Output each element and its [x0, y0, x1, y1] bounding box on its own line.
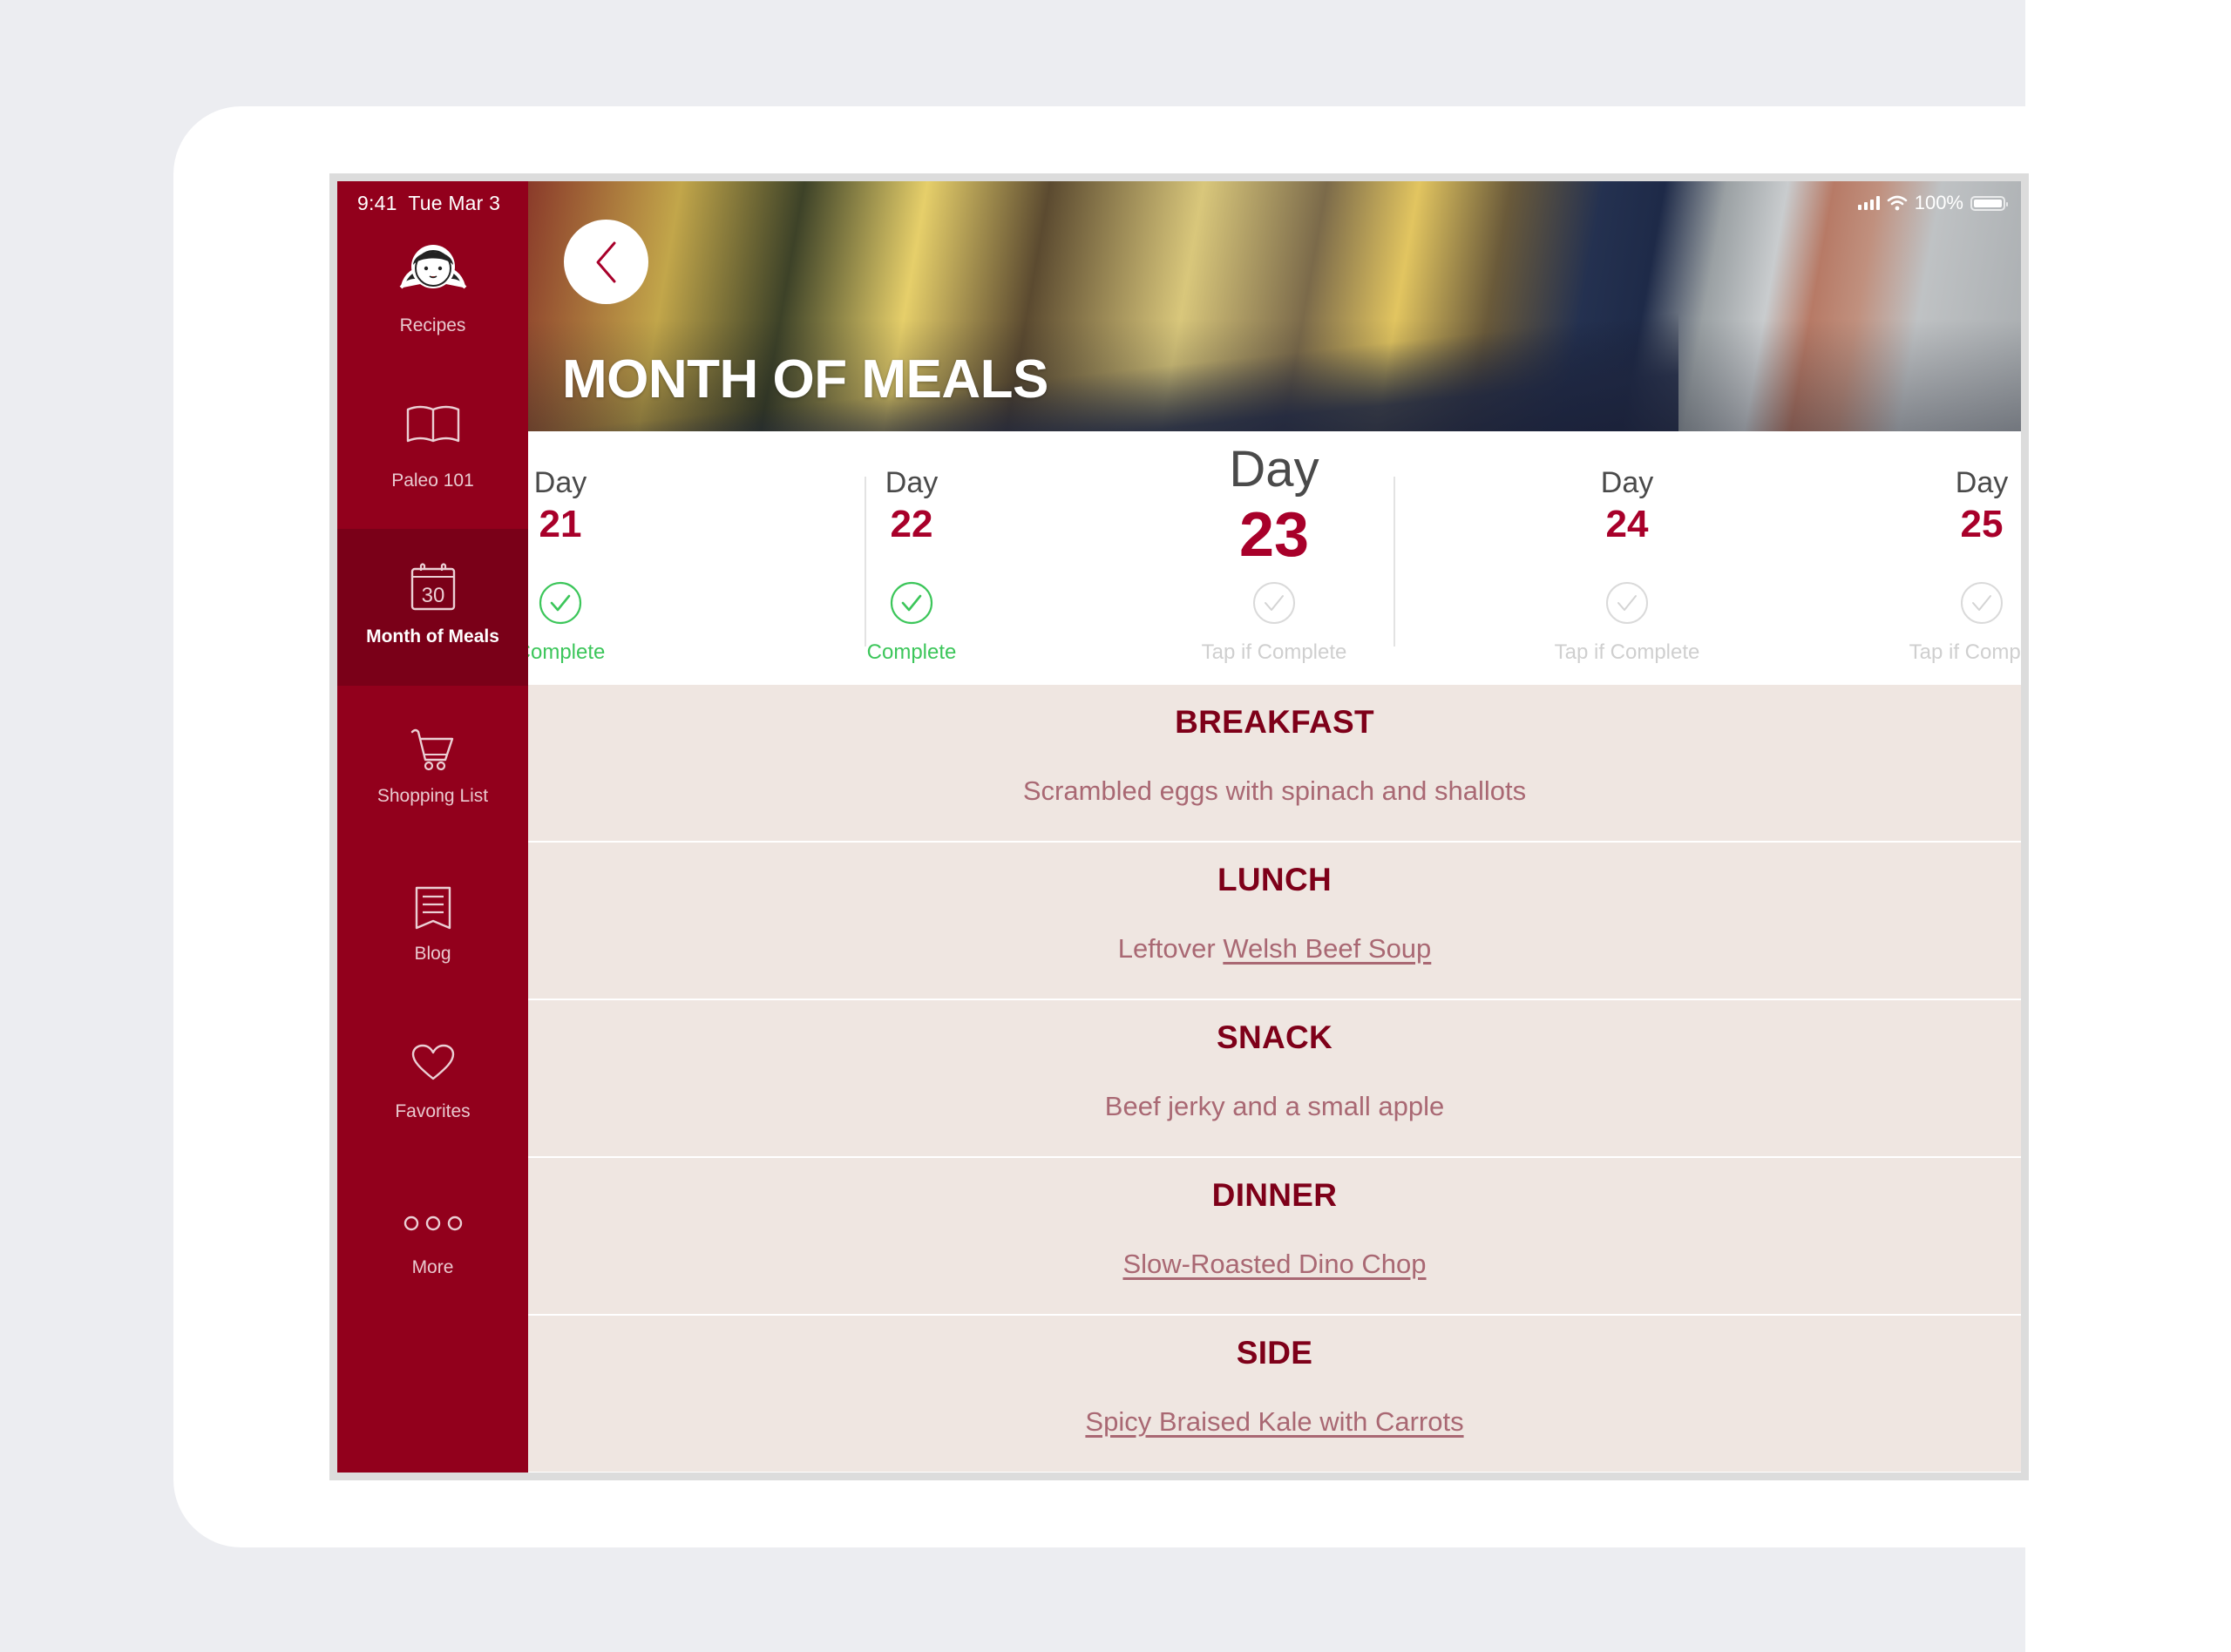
more-dots-icon — [403, 1215, 462, 1231]
girl-face-logo-icon — [399, 245, 466, 289]
meal-description: Slow-Roasted Dino Chop — [528, 1249, 2021, 1280]
meal-title: DINNER — [1211, 1177, 1338, 1213]
meal-title: SNACK — [1216, 1019, 1333, 1055]
right-margin — [2025, 0, 2231, 1652]
sidebar-item-label: Month of Meals — [366, 626, 499, 647]
calendar-icon: 30 — [410, 563, 455, 611]
page-title: MONTH OF MEALS — [562, 349, 1048, 410]
day-label: Day — [1955, 466, 2009, 499]
meal-plan-list: BREAKFAST Scrambled eggs with spinach an… — [528, 685, 2021, 1473]
svg-text:30: 30 — [421, 584, 444, 607]
cellular-signal-icon — [1857, 196, 1880, 210]
day-item-21[interactable]: Day 21 Complete — [528, 431, 691, 685]
bookmark-list-icon — [415, 886, 451, 930]
meal-title: LUNCH — [1217, 862, 1332, 897]
day-status: Complete — [866, 640, 957, 664]
sidebar-item-paleo-101[interactable]: Paleo 101 — [337, 369, 528, 526]
day-status: Complete — [528, 640, 606, 664]
day-item-23-current[interactable]: Day 23 Tap if Complete — [1143, 431, 1405, 685]
heart-icon — [411, 1044, 454, 1080]
day-number: 22 — [890, 503, 933, 545]
sidebar: 9:41 Tue Mar 3 Recipes Paleo 101 30 Mont… — [337, 181, 528, 1473]
meal-text: Beef jerky and a small apple — [1104, 1091, 1445, 1121]
recipe-link-welsh-beef-soup[interactable]: Welsh Beef Soup — [1223, 933, 1431, 964]
open-book-icon — [406, 405, 459, 443]
status-indicators: 100% — [1857, 192, 2008, 214]
header-hero-image: 100% MONTH OF MEALS — [528, 181, 2021, 431]
sidebar-item-month-of-meals[interactable]: 30 Month of Meals — [337, 529, 528, 686]
meal-title: SIDE — [1236, 1335, 1313, 1371]
meal-text: Scrambled eggs with spinach and shallots — [1022, 775, 1527, 806]
shopping-cart-icon — [410, 728, 453, 771]
back-button[interactable] — [564, 220, 648, 304]
meal-section-snack: SNACK Beef jerky and a small apple — [528, 1000, 2021, 1156]
sidebar-item-label: Paleo 101 — [391, 471, 474, 491]
meal-title: BREAKFAST — [1175, 704, 1374, 740]
day-item-25[interactable]: Day 25 Tap if Complete — [1851, 431, 2021, 685]
battery-icon — [1970, 195, 2008, 211]
sidebar-item-label: Blog — [414, 944, 451, 964]
day-status: Tap if Complete — [1554, 640, 1700, 664]
check-circle-empty-icon[interactable] — [1252, 581, 1296, 625]
meal-description: Beef jerky and a small apple — [528, 1091, 2021, 1122]
meal-section-breakfast: BREAKFAST Scrambled eggs with spinach an… — [528, 685, 2021, 841]
sidebar-item-label: Shopping List — [376, 786, 489, 806]
meal-section-lunch: LUNCH Leftover Welsh Beef Soup — [528, 843, 2021, 999]
recipe-link-slow-roasted-dino-chop[interactable]: Slow-Roasted Dino Chop — [1122, 1249, 1426, 1279]
status-date-text: Tue Mar 3 — [408, 192, 501, 214]
check-circle-empty-icon[interactable] — [1605, 581, 1649, 625]
status-time: 9:41 Tue Mar 3 — [357, 192, 500, 215]
sidebar-item-shopping-list[interactable]: Shopping List — [337, 687, 528, 843]
chevron-left-icon — [596, 241, 615, 282]
day-label: Day — [885, 466, 939, 499]
check-circle-complete-icon[interactable] — [539, 581, 582, 625]
sidebar-item-label: Recipes — [399, 315, 466, 335]
day-selector: Day 21 Complete Day 22 Complete Day 23 — [528, 431, 2021, 685]
sidebar-item-label: Favorites — [395, 1101, 471, 1121]
sidebar-item-favorites[interactable]: Favorites — [337, 1002, 528, 1159]
status-time-text: 9:41 — [357, 192, 397, 214]
check-circle-empty-icon[interactable] — [1960, 581, 2004, 625]
day-label: Day — [1229, 441, 1319, 498]
sidebar-item-label: More — [411, 1257, 454, 1277]
meal-section-side: SIDE Spicy Braised Kale with Carrots — [528, 1316, 2021, 1472]
battery-percent: 100% — [1914, 192, 1963, 213]
sidebar-item-more[interactable]: More — [337, 1160, 528, 1317]
wifi-icon — [1887, 195, 1908, 211]
day-number: 21 — [539, 503, 582, 545]
tablet-screen: 9:41 Tue Mar 3 Recipes Paleo 101 30 Mont… — [337, 181, 2021, 1473]
check-circle-complete-icon[interactable] — [890, 581, 933, 625]
meal-description: Leftover Welsh Beef Soup — [528, 933, 2021, 965]
meal-section-dinner: DINNER Slow-Roasted Dino Chop — [528, 1158, 2021, 1314]
meal-description: Scrambled eggs with spinach and shallots — [528, 775, 2021, 807]
sidebar-item-blog[interactable]: Blog — [337, 844, 528, 1001]
day-number: 25 — [1960, 503, 2004, 545]
day-item-24[interactable]: Day 24 Tap if Complete — [1496, 431, 1758, 685]
sidebar-item-recipes[interactable]: Recipes — [337, 213, 528, 369]
day-status: Tap if Complete — [1909, 640, 2021, 664]
day-status: Tap if Complete — [1201, 640, 1347, 664]
day-item-22[interactable]: Day 22 Complete — [781, 431, 1042, 685]
recipe-link-spicy-braised-kale[interactable]: Spicy Braised Kale with Carrots — [1085, 1406, 1463, 1437]
day-number: 23 — [1238, 500, 1310, 570]
day-label: Day — [1600, 466, 1654, 499]
meal-text: Leftover — [1117, 933, 1224, 964]
day-number: 24 — [1605, 503, 1649, 545]
day-label: Day — [533, 466, 587, 499]
meal-description: Spicy Braised Kale with Carrots — [528, 1406, 2021, 1438]
